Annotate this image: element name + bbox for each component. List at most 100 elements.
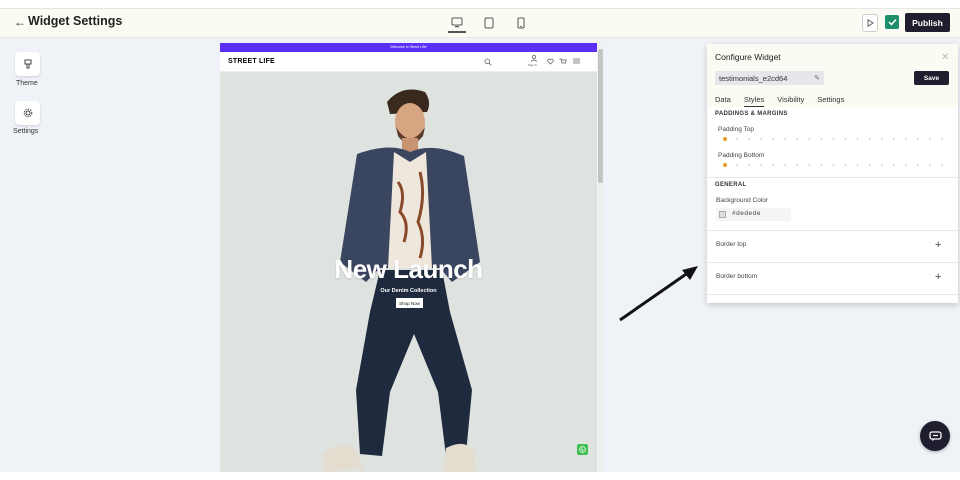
slider-tick [820,138,823,140]
background-color-value: #dedede [732,210,761,217]
add-border-top-icon[interactable]: + [935,239,941,251]
hero-banner: New Launch Our Denim Collection Shop Now [220,72,597,472]
slider-tick [844,164,847,166]
slider-tick [880,138,883,140]
slider-tick [868,164,871,166]
panel-tabs: Data Styles Visibility Settings [715,95,844,107]
preview-scrollbar[interactable] [598,43,603,472]
section-divider [707,230,958,231]
settings-label: Settings [13,128,39,135]
configure-widget-panel: Configure Widget ✕ ✎ Save Data Styles Vi… [707,44,958,303]
hero-subtitle: Our Denim Collection [380,288,437,294]
slider-tick [941,164,943,166]
slider-tick [916,138,919,140]
section-divider [707,177,958,178]
slider-tick [808,138,811,140]
search-icon[interactable] [484,58,492,66]
slider-tick [736,138,738,140]
padding-top-slider[interactable] [722,136,945,142]
padding-bottom-label: Padding Bottom [718,152,765,159]
slider-tick [892,164,895,166]
panel-title: Configure Widget [715,52,781,62]
hero-title: New Launch [334,254,483,284]
slider-tick [796,164,799,166]
slider-tick [784,164,787,166]
scrollbar-thumb[interactable] [598,49,603,183]
background-color-label: Background Color [716,197,769,204]
slider-tick [929,138,931,140]
settings-button[interactable] [15,101,40,125]
desktop-view-icon[interactable] [448,13,466,33]
tab-data[interactable]: Data [715,95,731,107]
slider-tick [892,138,895,140]
padding-bottom-slider[interactable] [722,162,945,168]
page-title: Widget Settings [28,14,123,28]
tab-styles[interactable]: Styles [743,95,765,107]
slider-tick [784,138,787,140]
pencil-icon[interactable]: ✎ [814,74,820,82]
sign-in-link[interactable]: Sign In [528,63,537,67]
annotation-arrow [619,266,698,322]
slider-tick [856,164,859,166]
play-icon [867,19,874,27]
heart-icon[interactable] [547,58,554,65]
general-section-heading: GENERAL [715,182,747,188]
tab-visibility[interactable]: Visibility [777,95,804,107]
back-arrow-icon[interactable]: ← [14,15,26,29]
check-icon[interactable] [885,15,899,29]
slider-tick [904,138,907,140]
padding-top-label: Padding Top [718,126,755,133]
preview-play-button[interactable] [862,14,878,32]
tab-settings[interactable]: Settings [817,95,844,107]
theme-button[interactable] [15,52,40,76]
slider-tick [904,164,907,166]
slider-tick [748,138,751,140]
add-border-bottom-icon[interactable]: + [935,271,941,283]
announcement-bar: Welcome to Street Life! [220,43,597,52]
slider-tick [760,164,763,166]
slider-tick [748,164,751,166]
slider-tick [844,138,847,140]
slider-tick [929,164,931,166]
bottom-strip [0,472,960,480]
save-button[interactable]: Save [914,71,949,85]
slider-tick [820,164,823,166]
store-logo[interactable]: STREET LIFE [228,58,275,65]
publish-button[interactable]: Publish [905,13,950,32]
section-divider [707,262,958,263]
slider-tick [736,164,738,166]
slider-tick [916,164,919,166]
user-icon[interactable] [530,55,538,62]
whatsapp-icon[interactable] [577,444,588,455]
widget-id-field[interactable] [715,71,824,85]
color-swatch[interactable] [719,211,726,218]
shop-now-button[interactable]: Shop Now [396,298,423,308]
slider-knob[interactable] [723,163,727,167]
slider-tick [941,138,943,140]
slider-tick [772,138,775,140]
border-top-label: Border top [716,241,747,248]
top-bar: ← Widget Settings Publish [0,8,960,38]
slider-tick [880,164,883,166]
slider-tick [868,138,871,140]
slider-tick [760,138,763,140]
store-preview: Welcome to Street Life! STREET LIFE Sign… [220,43,597,472]
slider-tick [772,164,775,166]
slider-tick [808,164,811,166]
chat-icon [928,430,942,441]
device-switcher [448,13,530,33]
chat-button[interactable] [920,421,950,451]
background-color-field[interactable]: #dedede [716,208,791,221]
mobile-view-icon[interactable] [512,13,530,33]
close-icon[interactable]: ✕ [941,52,949,63]
tablet-view-icon[interactable] [480,13,498,33]
slider-knob[interactable] [723,137,727,141]
slider-tick [796,138,799,140]
store-nav: STREET LIFE Sign In [220,52,597,72]
slider-tick [856,138,859,140]
brush-icon [24,59,31,68]
cart-icon[interactable] [559,58,567,65]
border-bottom-label: Border bottom [716,273,758,280]
menu-icon[interactable] [573,58,580,64]
slider-tick [832,138,835,140]
